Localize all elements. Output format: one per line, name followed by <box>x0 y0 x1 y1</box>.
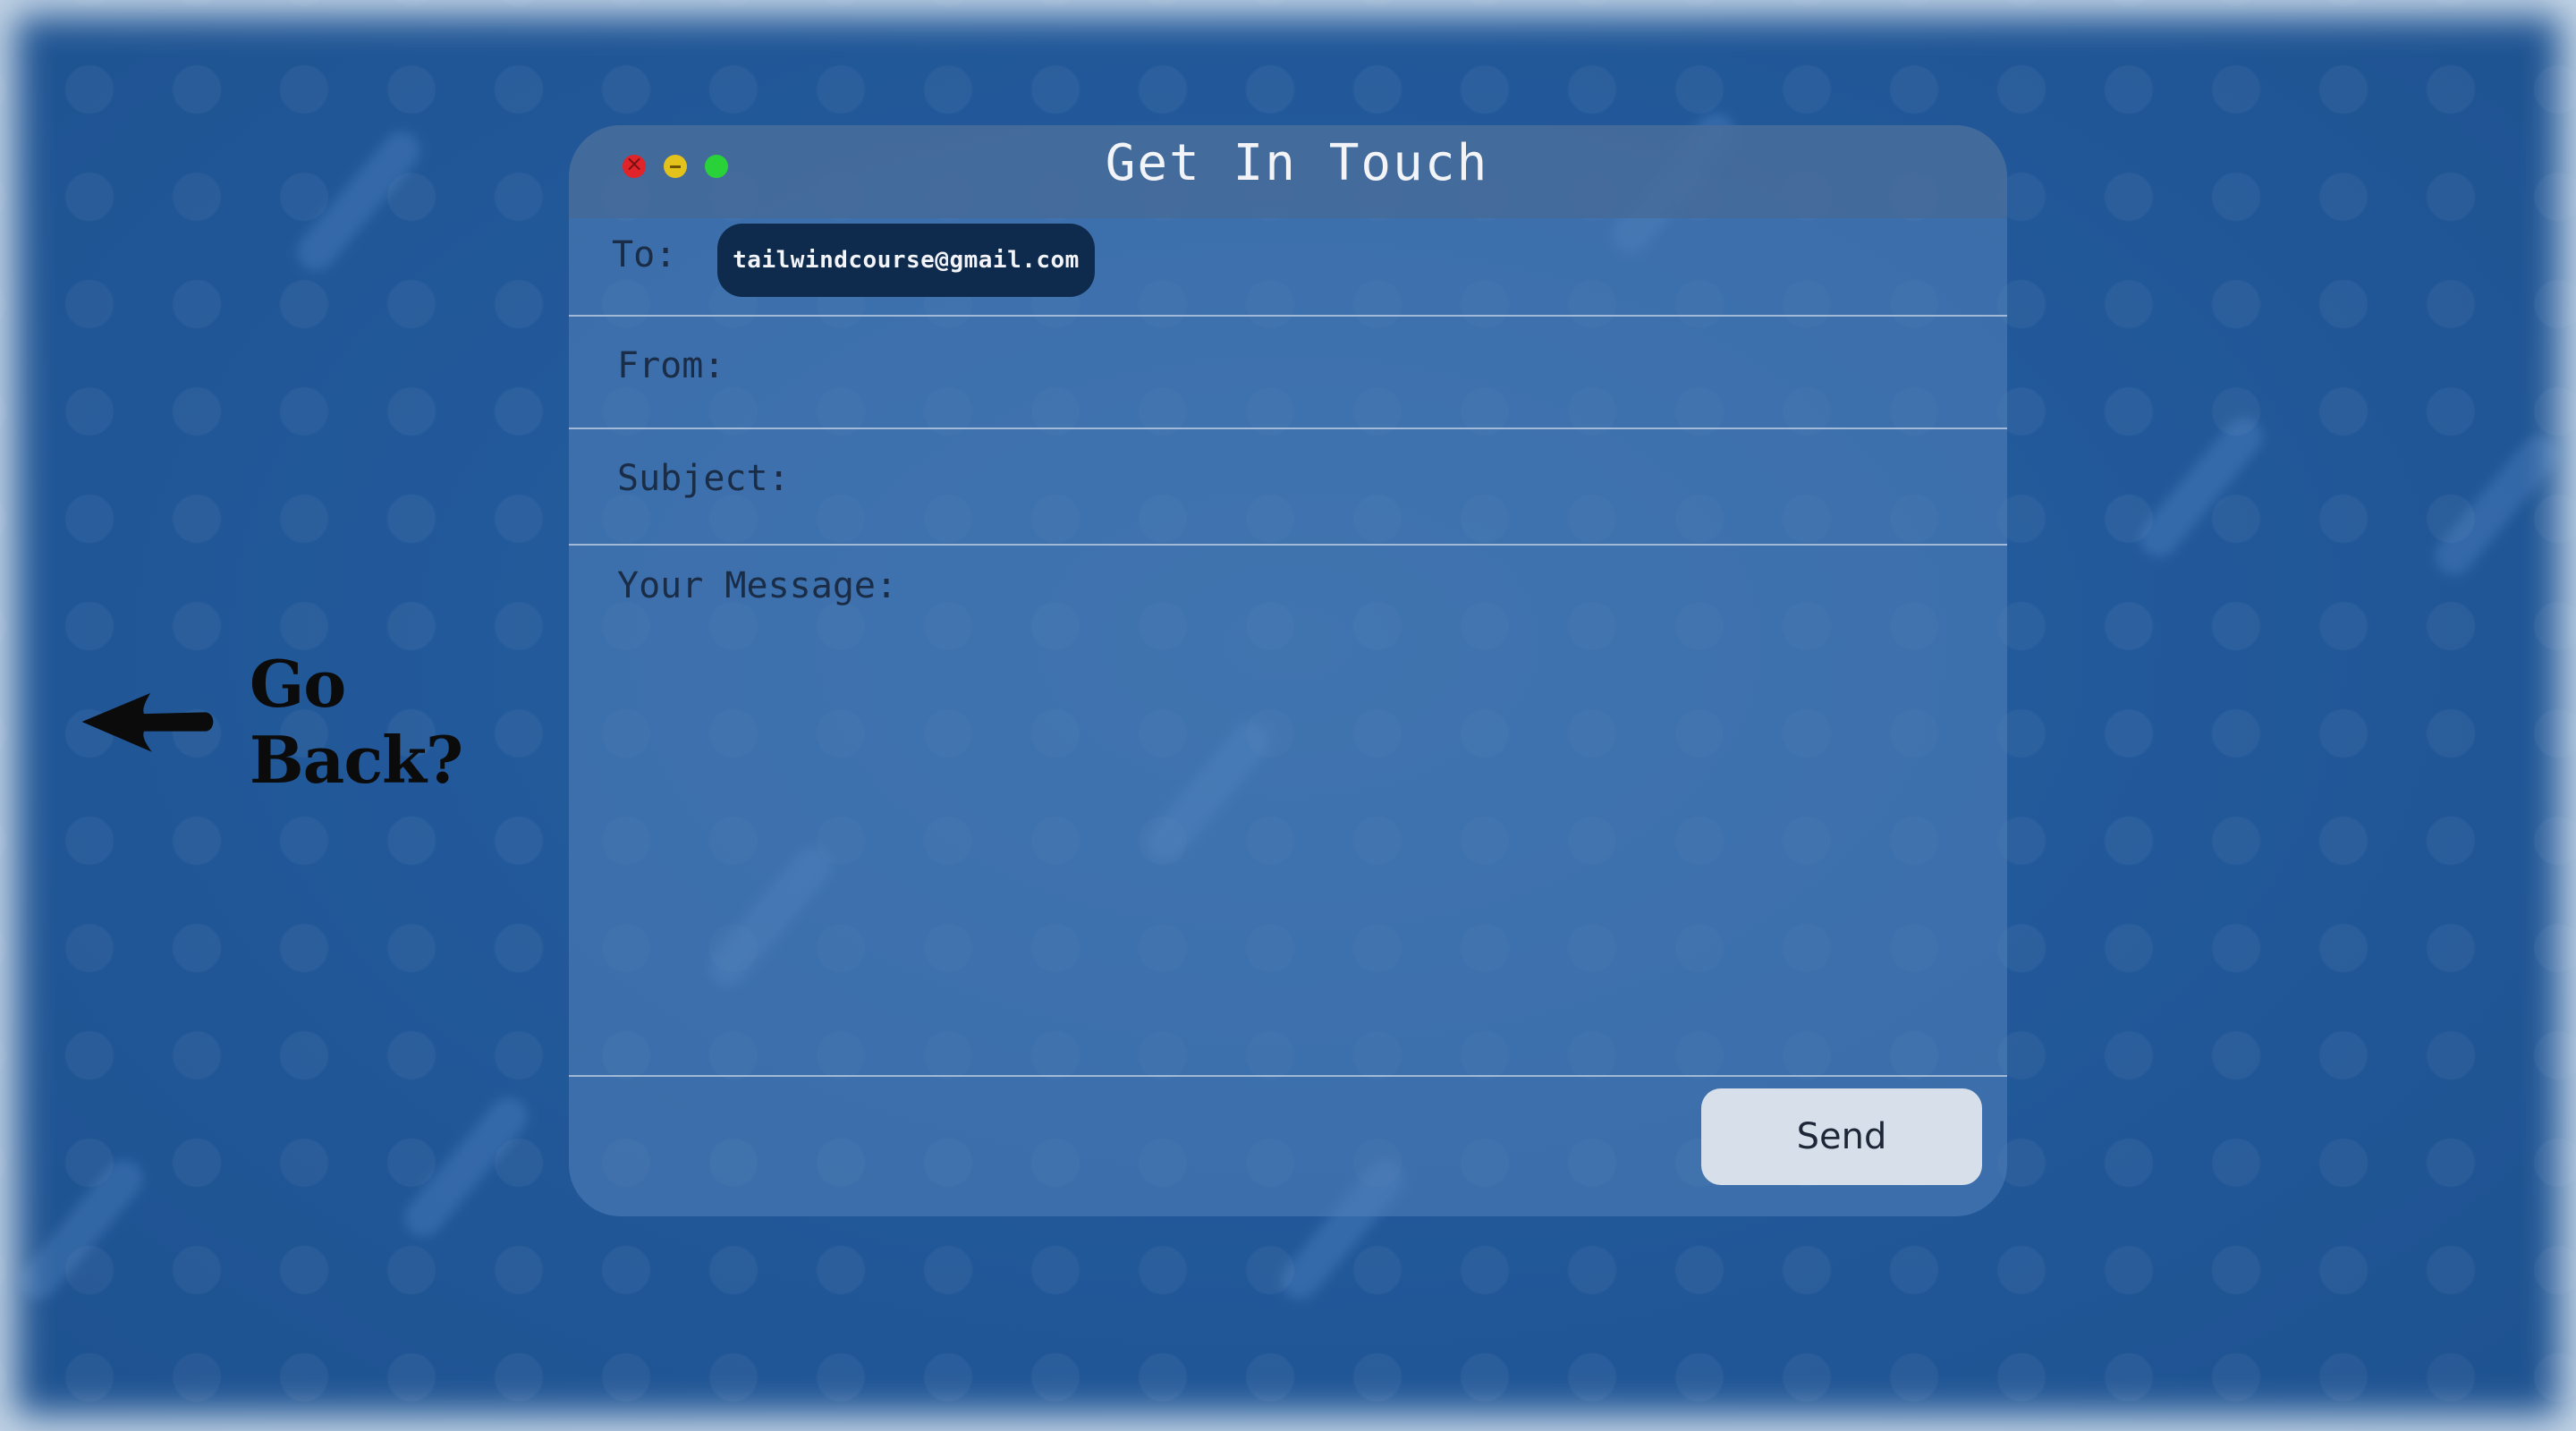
row-divider <box>569 428 2007 429</box>
recipient-chip: tailwindcourse@gmail.com <box>717 224 1095 297</box>
subject-label: Subject: <box>617 458 790 499</box>
from-input[interactable] <box>742 345 1980 397</box>
go-back-label: Go Back? <box>249 646 463 798</box>
to-label: To: <box>612 234 677 275</box>
window-title: Get In Touch <box>1105 134 1489 192</box>
close-window-button[interactable] <box>623 151 646 178</box>
message-label: Your Message: <box>617 565 898 606</box>
go-back-link[interactable]: Go Back? <box>79 646 544 798</box>
from-label: From: <box>617 345 725 386</box>
arrow-left-icon <box>81 692 214 752</box>
send-button[interactable]: Send <box>1701 1088 1982 1185</box>
subject-input[interactable] <box>805 458 1980 510</box>
row-divider <box>569 544 2007 546</box>
minimize-window-button[interactable] <box>664 155 687 178</box>
maximize-window-button[interactable] <box>705 155 728 178</box>
row-divider <box>569 315 2007 317</box>
row-divider <box>569 1075 2007 1077</box>
message-textarea[interactable] <box>617 626 1980 1059</box>
